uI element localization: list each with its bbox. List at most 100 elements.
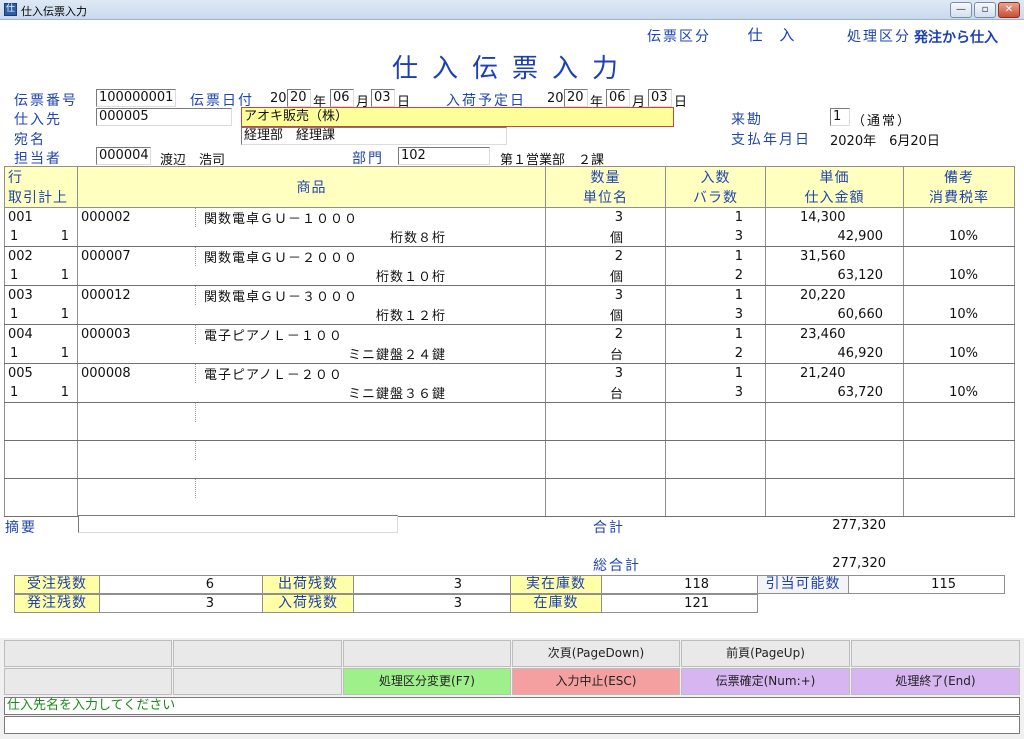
fkey-empty-6[interactable] (173, 668, 342, 695)
row-product-name[interactable]: 関数電卓ＧＵ－１０００ (195, 207, 546, 227)
row-product-name[interactable]: 電子ピアノＬ－１００ (195, 324, 546, 344)
fkey-empty-1[interactable] (4, 640, 172, 667)
row-torihiki-1[interactable]: 1 (6, 268, 46, 283)
table-row[interactable]: 001 000002 関数電卓ＧＵ－１０００ 3 1 14,300 (4, 207, 1015, 227)
row-product-name[interactable]: 関数電卓ＧＵ－２０００ (195, 246, 546, 266)
row-product-code[interactable] (77, 478, 196, 498)
row-irisu[interactable]: 1 (665, 207, 766, 227)
row-product-code[interactable] (77, 440, 196, 460)
bumon-code-field[interactable]: 102 (398, 147, 490, 165)
row-bara[interactable]: 3 (665, 383, 766, 403)
maximize-button[interactable]: ▫ (974, 2, 996, 18)
change-kubun-button[interactable]: 処理区分変更(F7) (343, 668, 511, 695)
row-bara[interactable]: 3 (665, 305, 766, 325)
table-row-sub[interactable] (4, 421, 1015, 441)
row-qty[interactable]: 2 (545, 324, 666, 344)
row-irisu[interactable]: 1 (665, 246, 766, 266)
row-qty[interactable] (545, 478, 666, 498)
row-product-name[interactable]: 関数電卓ＧＵ－３０００ (195, 285, 546, 305)
minimize-button[interactable]: — (950, 2, 972, 18)
nyuka-year-field[interactable]: 20 (564, 89, 588, 107)
shiiresaki-code-field[interactable]: 000005 (96, 108, 232, 126)
table-row-sub[interactable]: 1 1 桁数１０桁個 2 63,120 10% (4, 266, 1015, 286)
denpyo-day-field[interactable]: 03 (371, 89, 395, 107)
row-biko[interactable] (903, 478, 1015, 498)
tekiyo-field[interactable] (78, 515, 398, 533)
row-product-name[interactable] (195, 440, 546, 460)
row-biko[interactable] (903, 246, 1015, 266)
shiiresaki-name-field[interactable]: アオキ販売（株） (241, 107, 674, 127)
row-bara[interactable]: 2 (665, 266, 766, 286)
row-unit-price[interactable]: 21,240 (765, 363, 904, 383)
table-row[interactable] (4, 478, 1015, 498)
confirm-denpyo-button[interactable]: 伝票確定(Num:+) (681, 668, 850, 695)
row-torihiki-1[interactable]: 1 (6, 346, 46, 361)
row-unit-price[interactable] (765, 478, 904, 498)
table-row[interactable]: 002 000007 関数電卓ＧＵ－２０００ 2 1 31,560 (4, 246, 1015, 266)
row-biko[interactable] (903, 440, 1015, 460)
row-irisu[interactable] (665, 440, 766, 460)
row-bara[interactable] (665, 421, 766, 441)
table-row-sub[interactable]: 1 1 ミニ鍵盤２４鍵台 2 46,920 10% (4, 344, 1015, 364)
row-product-name[interactable] (195, 402, 546, 422)
table-row-sub[interactable] (4, 497, 1015, 517)
row-product-name[interactable]: 電子ピアノＬ－２００ (195, 363, 546, 383)
row-irisu[interactable]: 1 (665, 363, 766, 383)
row-unit-price[interactable]: 31,560 (765, 246, 904, 266)
row-unit-price[interactable] (765, 440, 904, 460)
row-product-code[interactable]: 000003 (77, 324, 196, 344)
row-irisu[interactable] (665, 402, 766, 422)
row-irisu[interactable]: 1 (665, 324, 766, 344)
row-product-code[interactable]: 000007 (77, 246, 196, 266)
table-row-sub[interactable]: 1 1 桁数８桁個 3 42,900 10% (4, 227, 1015, 247)
row-qty[interactable]: 3 (545, 285, 666, 305)
row-qty[interactable]: 3 (545, 363, 666, 383)
row-torihiki-1[interactable]: 1 (6, 307, 46, 322)
next-page-button[interactable]: 次頁(PageDown) (512, 640, 680, 667)
end-process-button[interactable]: 処理終了(End) (851, 668, 1020, 695)
row-product-code[interactable]: 000002 (77, 207, 196, 227)
table-row-sub[interactable]: 1 1 ミニ鍵盤３６鍵台 3 63,720 10% (4, 383, 1015, 403)
row-product-code[interactable]: 000008 (77, 363, 196, 383)
row-torihiki-1[interactable]: 1 (6, 385, 46, 400)
row-biko[interactable] (903, 324, 1015, 344)
row-torihiki-2[interactable]: 1 (45, 268, 73, 283)
row-torihiki-2[interactable]: 1 (45, 229, 73, 244)
nyuka-day-field[interactable]: 03 (648, 89, 672, 107)
row-torihiki-2[interactable]: 1 (45, 385, 73, 400)
row-qty[interactable] (545, 402, 666, 422)
row-product-name[interactable] (195, 478, 546, 498)
row-qty[interactable] (545, 440, 666, 460)
row-biko[interactable] (903, 363, 1015, 383)
table-row[interactable] (4, 402, 1015, 422)
row-torihiki-2[interactable]: 1 (45, 346, 73, 361)
fkey-empty-2[interactable] (173, 640, 342, 667)
atena-field[interactable]: 経理部 経理課 (241, 127, 507, 145)
fkey-empty-3[interactable] (343, 640, 511, 667)
row-torihiki-1[interactable]: 1 (6, 229, 46, 244)
raikin-field[interactable]: 1 (830, 108, 850, 126)
table-row[interactable]: 004 000003 電子ピアノＬ－１００ 2 1 23,460 (4, 324, 1015, 344)
row-product-code[interactable] (77, 402, 196, 422)
nyuka-month-field[interactable]: 06 (606, 89, 630, 107)
denpyo-month-field[interactable]: 06 (330, 89, 354, 107)
denpyo-year-field[interactable]: 20 (287, 89, 311, 107)
fkey-empty-5[interactable] (4, 668, 172, 695)
row-torihiki-2[interactable]: 1 (45, 307, 73, 322)
row-bara[interactable] (665, 497, 766, 517)
row-bara[interactable]: 3 (665, 227, 766, 247)
cancel-input-button[interactable]: 入力中止(ESC) (512, 668, 680, 695)
row-irisu[interactable] (665, 478, 766, 498)
table-row[interactable] (4, 440, 1015, 460)
row-product-code[interactable]: 000012 (77, 285, 196, 305)
table-row[interactable]: 005 000008 電子ピアノＬ－２００ 3 1 21,240 (4, 363, 1015, 383)
row-biko[interactable] (903, 402, 1015, 422)
row-biko[interactable] (903, 207, 1015, 227)
row-qty[interactable]: 2 (545, 246, 666, 266)
close-button[interactable]: ✕ (998, 2, 1020, 18)
row-irisu[interactable]: 1 (665, 285, 766, 305)
prev-page-button[interactable]: 前頁(PageUp) (681, 640, 850, 667)
row-unit-price[interactable]: 23,460 (765, 324, 904, 344)
row-unit-price[interactable]: 20,220 (765, 285, 904, 305)
denpyo-no-field[interactable]: 100000001 (96, 89, 176, 107)
